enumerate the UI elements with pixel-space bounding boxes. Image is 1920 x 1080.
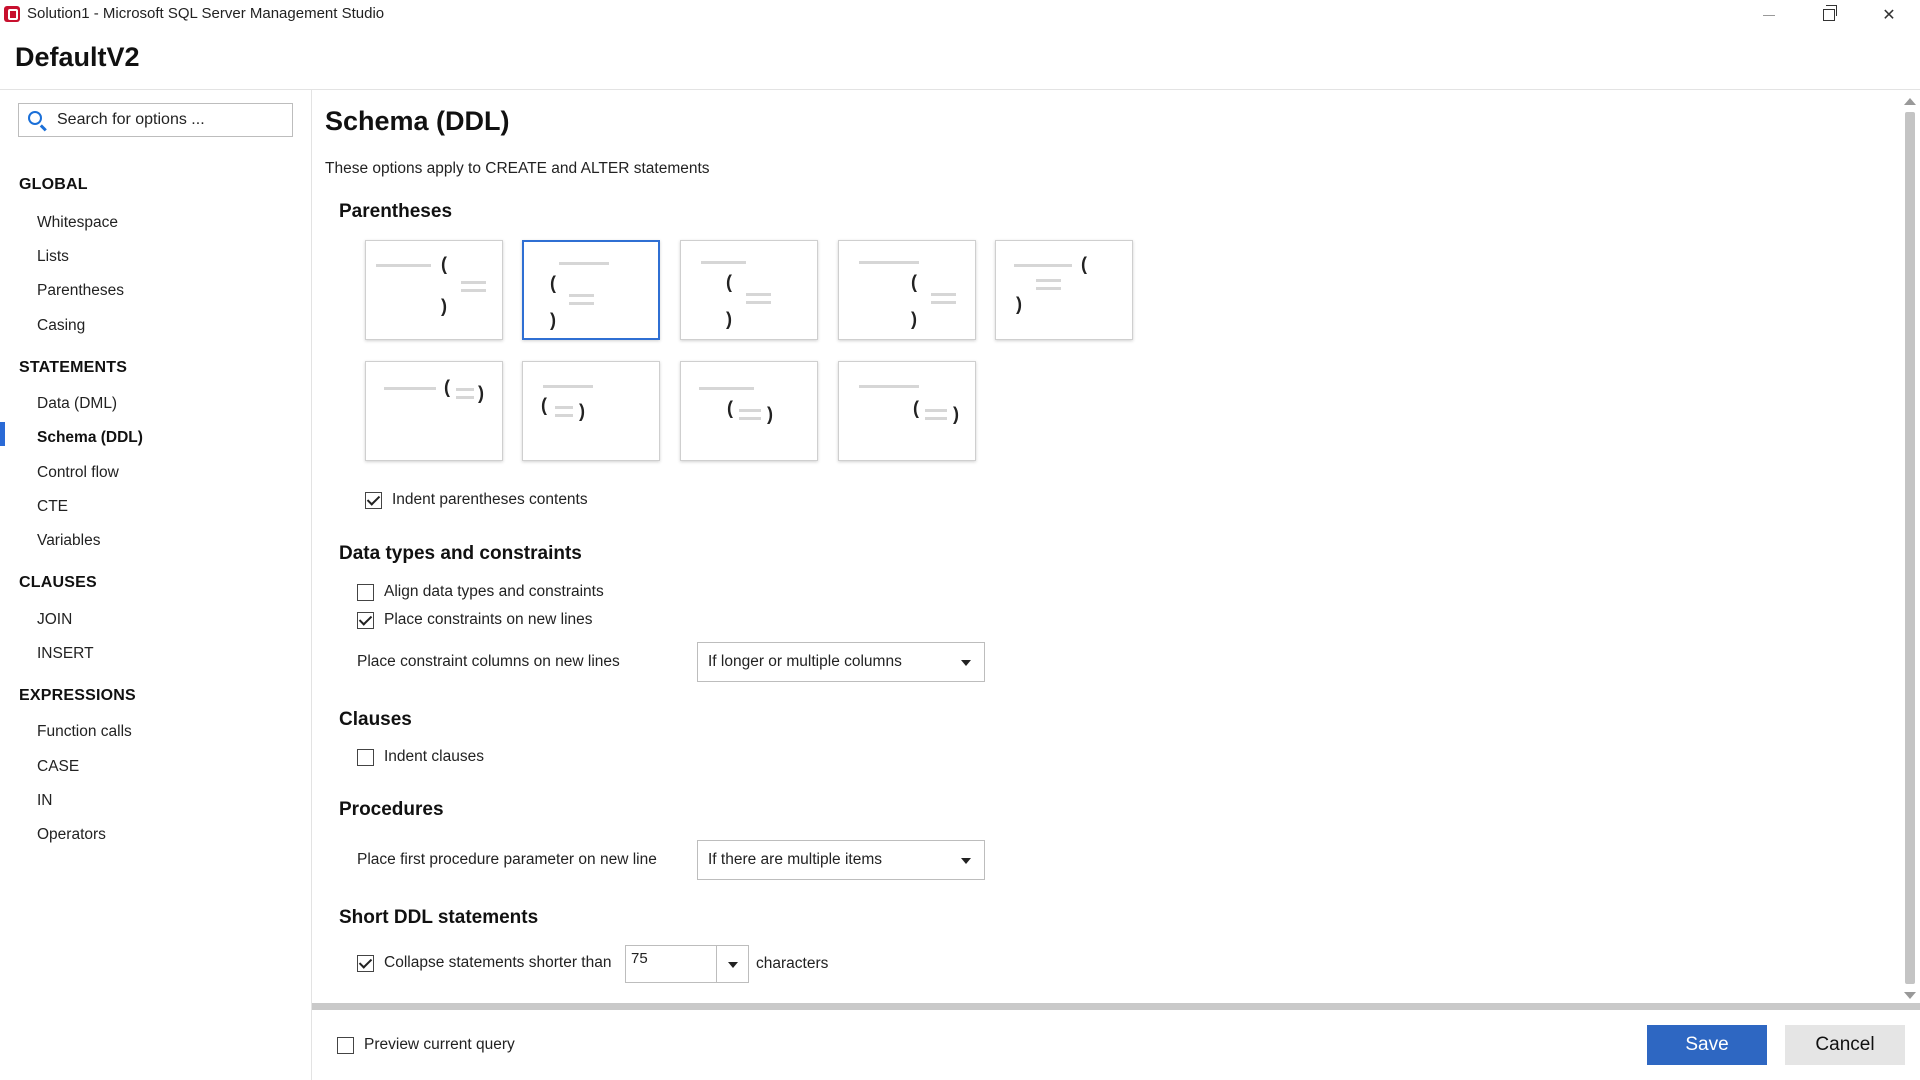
parentheses-style-option[interactable]: ( ) — [838, 361, 976, 461]
procedures-heading: Procedures — [339, 799, 444, 820]
procedure-parameter-value: If there are multiple items — [708, 851, 883, 868]
clauses-heading: Clauses — [339, 709, 412, 730]
title-bar: Solution1 - Microsoft SQL Server Managem… — [0, 0, 1920, 30]
preview-splitter[interactable] — [312, 1003, 1920, 1010]
sidebar-item-variables[interactable]: Variables — [37, 532, 100, 550]
save-button[interactable]: Save — [1647, 1025, 1767, 1065]
scroll-down-icon[interactable] — [1904, 992, 1916, 999]
sidebar-item-join[interactable]: JOIN — [37, 611, 72, 629]
align-data-types-checkbox[interactable] — [357, 583, 374, 601]
indent-parentheses-label: Indent parentheses contents — [392, 491, 588, 508]
chevron-down-icon[interactable] — [728, 962, 738, 968]
parentheses-style-option[interactable]: ( ) — [995, 240, 1133, 340]
scroll-up-icon[interactable] — [1904, 98, 1916, 105]
sidebar-item-operators[interactable]: Operators — [37, 826, 106, 844]
collapse-statements-label: Collapse statements shorter than — [384, 954, 612, 971]
parentheses-style-option[interactable]: ( ) — [365, 361, 503, 461]
close-button[interactable]: ✕ — [1860, 0, 1918, 30]
constraints-new-lines-option[interactable]: Place constraints on new lines — [357, 611, 593, 629]
options-sidebar: GLOBAL Whitespace Lists Parentheses Casi… — [0, 90, 312, 1080]
constraints-new-lines-label: Place constraints on new lines — [384, 611, 593, 628]
constraint-columns-label: Place constraint columns on new lines — [357, 653, 620, 670]
preview-query-option[interactable]: Preview current query — [337, 1036, 515, 1054]
nav-section-expressions: EXPRESSIONS — [19, 687, 136, 704]
parentheses-heading: Parentheses — [339, 201, 453, 222]
data-types-heading: Data types and constraints — [339, 543, 582, 564]
constraint-columns-value: If longer or multiple columns — [708, 653, 902, 670]
collapse-length-combobox[interactable]: 75 — [625, 945, 749, 983]
parentheses-style-option[interactable]: ( ) — [680, 240, 818, 340]
constraint-columns-dropdown[interactable]: If longer or multiple columns — [697, 642, 985, 682]
page-description: These options apply to CREATE and ALTER … — [325, 160, 710, 177]
parentheses-style-option[interactable]: ( ) — [680, 361, 818, 461]
collapse-statements-option[interactable]: Collapse statements shorter than — [357, 954, 611, 972]
sidebar-item-function-calls[interactable]: Function calls — [37, 723, 132, 741]
search-box[interactable] — [18, 103, 293, 137]
sidebar-item-whitespace[interactable]: Whitespace — [37, 214, 118, 232]
sidebar-item-casing[interactable]: Casing — [37, 317, 85, 335]
preview-query-label: Preview current query — [364, 1036, 515, 1053]
scroll-thumb[interactable] — [1905, 112, 1915, 984]
page-title: Schema (DDL) — [325, 106, 510, 136]
parentheses-style-option[interactable]: ( ) — [522, 361, 660, 461]
active-item-indicator — [0, 422, 5, 446]
nav-section-global: GLOBAL — [19, 176, 88, 193]
sidebar-item-schema-ddl[interactable]: Schema (DDL) — [37, 429, 143, 447]
indent-clauses-label: Indent clauses — [384, 748, 484, 765]
sidebar-item-parentheses[interactable]: Parentheses — [37, 282, 124, 300]
minimize-icon — [1763, 14, 1775, 16]
window-title: Solution1 - Microsoft SQL Server Managem… — [27, 5, 385, 22]
preview-query-checkbox[interactable] — [337, 1036, 354, 1054]
align-data-types-label: Align data types and constraints — [384, 583, 604, 600]
sidebar-item-case[interactable]: CASE — [37, 758, 79, 776]
indent-parentheses-checkbox[interactable] — [365, 491, 382, 509]
sidebar-item-control-flow[interactable]: Control flow — [37, 464, 119, 482]
parentheses-style-option[interactable]: ( ) — [365, 240, 503, 340]
nav-section-clauses: CLAUSES — [19, 574, 97, 591]
procedure-parameter-label: Place first procedure parameter on new l… — [357, 851, 657, 868]
indent-parentheses-option[interactable]: Indent parentheses contents — [365, 491, 588, 509]
restore-icon — [1823, 5, 1837, 21]
collapse-length-value[interactable]: 75 — [631, 950, 648, 967]
indent-clauses-checkbox[interactable] — [357, 748, 374, 766]
sidebar-item-cte[interactable]: CTE — [37, 498, 68, 516]
chevron-down-icon — [961, 858, 971, 864]
procedure-parameter-dropdown[interactable]: If there are multiple items — [697, 840, 985, 880]
sidebar-item-insert[interactable]: INSERT — [37, 645, 94, 663]
collapse-statements-checkbox[interactable] — [357, 954, 374, 972]
vertical-scrollbar[interactable] — [1902, 94, 1918, 1006]
parentheses-style-option[interactable]: ( ) — [838, 240, 976, 340]
search-icon — [28, 111, 42, 125]
parentheses-style-option-selected[interactable]: ( ) — [522, 240, 660, 340]
short-ddl-heading: Short DDL statements — [339, 907, 539, 928]
align-data-types-option[interactable]: Align data types and constraints — [357, 583, 604, 601]
sidebar-item-data-dml[interactable]: Data (DML) — [37, 395, 117, 413]
nav-section-statements: STATEMENTS — [19, 359, 128, 376]
ssms-app-icon — [4, 6, 20, 22]
restore-button[interactable] — [1800, 0, 1858, 30]
constraints-new-lines-checkbox[interactable] — [357, 611, 374, 629]
chevron-down-icon — [961, 660, 971, 666]
style-name-title: DefaultV2 — [15, 42, 140, 72]
minimize-button[interactable] — [1740, 0, 1798, 30]
indent-clauses-option[interactable]: Indent clauses — [357, 748, 484, 766]
sidebar-item-in[interactable]: IN — [37, 792, 53, 810]
search-input[interactable] — [57, 108, 287, 132]
sidebar-item-lists[interactable]: Lists — [37, 248, 69, 266]
characters-label: characters — [756, 955, 829, 972]
close-icon: ✕ — [1882, 7, 1896, 24]
cancel-button[interactable]: Cancel — [1785, 1025, 1905, 1065]
